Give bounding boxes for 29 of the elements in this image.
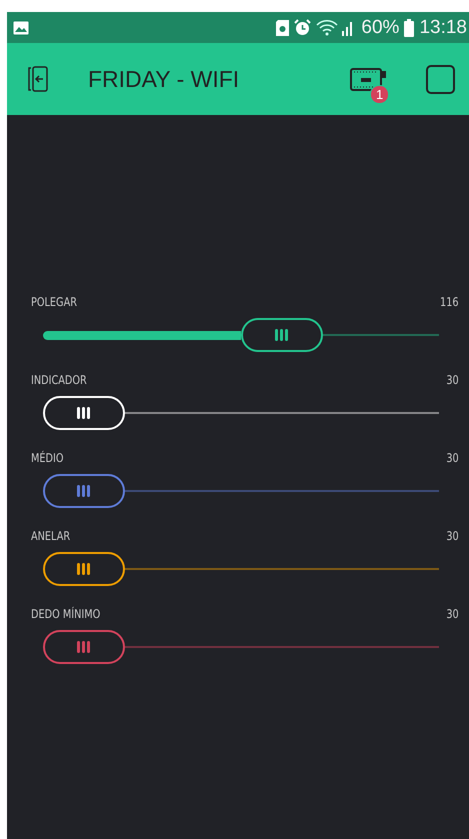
slider-label: DEDO MÍNIMO <box>31 607 100 621</box>
slider-value: 30 <box>446 451 459 465</box>
grip-icon <box>77 563 91 575</box>
slider-thumb[interactable] <box>241 318 324 352</box>
project-title: FRIDAY - WIFI <box>88 66 240 92</box>
battery-icon <box>404 18 414 36</box>
grip-icon <box>275 329 290 341</box>
grip-icon <box>77 641 91 653</box>
grip-icon <box>77 485 91 497</box>
slider-value: 30 <box>446 373 459 387</box>
slider-thumb[interactable] <box>43 474 125 508</box>
slider-label: MÉDIO <box>31 451 64 465</box>
battery-percent: 60% <box>361 16 400 38</box>
image-icon <box>13 20 29 34</box>
slider-value: 30 <box>446 529 459 543</box>
notification-badge: 1 <box>370 85 390 104</box>
slider-thumb[interactable] <box>43 630 125 664</box>
slider-value: 30 <box>446 607 459 621</box>
square-button[interactable] <box>426 64 455 94</box>
slider-label: POLEGAR <box>31 295 77 309</box>
slider-label: ANELAR <box>31 529 70 543</box>
clock-time: 13:18 <box>419 16 467 38</box>
slider-label: INDICADOR <box>31 373 87 387</box>
slider-thumb[interactable] <box>43 552 125 586</box>
slider-value: 116 <box>440 295 459 309</box>
alarm-icon <box>294 19 312 36</box>
grip-icon <box>77 407 91 419</box>
exit-icon[interactable] <box>28 66 48 92</box>
sim-card-icon <box>276 20 290 36</box>
